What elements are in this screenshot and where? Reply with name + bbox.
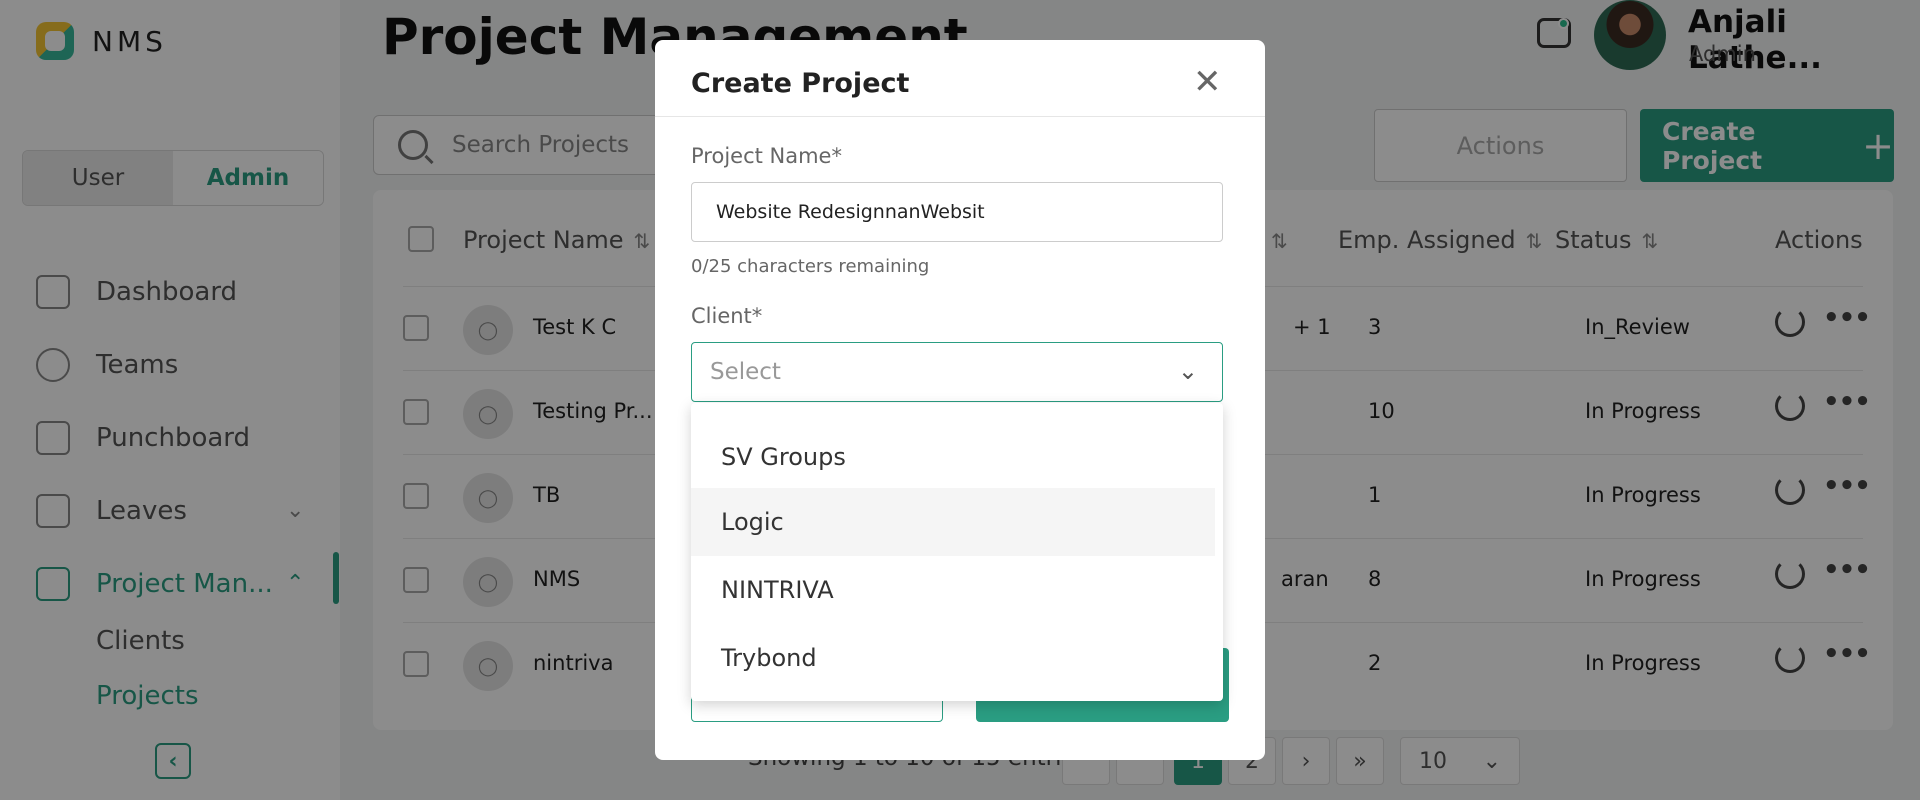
project-name-field[interactable]: Website RedesignnanWebsit [691,182,1223,242]
client-option-logic[interactable]: Logic [691,488,1215,556]
client-dropdown-menu: SV Groups Logic NINTRIVA Trybond [691,403,1223,701]
modal-title: Create Project [691,68,910,99]
client-option-nintriva[interactable]: NINTRIVA [691,556,1215,624]
client-option-trybond[interactable]: Trybond [691,624,1215,692]
chars-remaining-hint: 0/25 characters remaining [691,256,930,277]
project-name-label: Project Name* [691,144,842,168]
client-option-sv-groups[interactable]: SV Groups [691,423,1215,491]
divider [655,116,1265,117]
client-select[interactable]: Select ⌄ [691,342,1223,402]
close-icon[interactable]: ✕ [1193,62,1222,102]
chevron-down-icon: ⌄ [1177,357,1198,385]
client-select-placeholder: Select [710,359,781,385]
client-label: Client* [691,304,763,328]
